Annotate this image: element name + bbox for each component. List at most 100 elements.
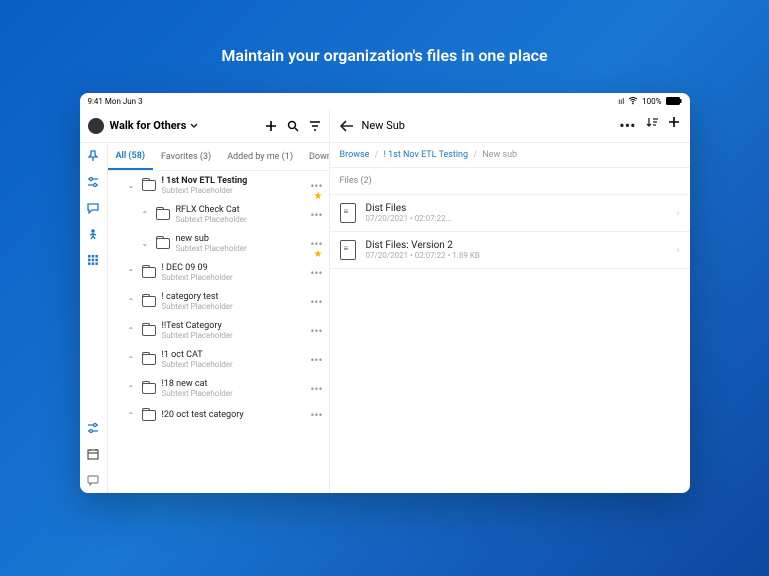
- detail-title: New Sub: [362, 119, 612, 132]
- folder-item[interactable]: ⌃ !!Test CategorySubtext Placeholder •••: [108, 316, 329, 345]
- comment-icon[interactable]: [86, 473, 100, 487]
- signal-icon: ııl: [618, 97, 624, 106]
- crumb-1[interactable]: ! 1st Nov ETL Testing: [384, 150, 469, 160]
- appbar-right: New Sub •••: [330, 109, 690, 142]
- folder-text: !1 oct CATSubtext Placeholder: [162, 350, 305, 369]
- pin-icon[interactable]: [86, 149, 100, 163]
- file-meta: 07/20/2021 • 02:07:22...: [366, 214, 667, 223]
- folder-name: ! DEC 09 09: [162, 263, 305, 273]
- chevron-up-icon[interactable]: ⌃: [128, 326, 136, 335]
- folder-name: ! category test: [162, 292, 305, 302]
- folder-item[interactable]: ⌃ RFLX Check CatSubtext Placeholder •••: [108, 200, 329, 229]
- breadcrumb: Browse / ! 1st Nov ETL Testing / New sub: [330, 143, 690, 168]
- folder-name: RFLX Check Cat: [176, 205, 305, 215]
- folder-item[interactable]: ⌃ !1 oct CATSubtext Placeholder •••: [108, 345, 329, 374]
- file-item[interactable]: Dist Files: Version 207/20/2021 • 02:07:…: [330, 231, 690, 269]
- search-icon[interactable]: [287, 120, 299, 132]
- folder-icon: [142, 354, 156, 365]
- avatar[interactable]: [88, 118, 104, 134]
- folder-name: !!Test Category: [162, 321, 305, 331]
- wifi-icon: [628, 97, 638, 105]
- chevron-down-icon[interactable]: ⌄: [128, 181, 136, 190]
- grid-icon[interactable]: [86, 253, 100, 267]
- more-icon[interactable]: •••: [619, 116, 635, 135]
- folder-subtext: Subtext Placeholder: [162, 273, 305, 282]
- folder-name: !18 new cat: [162, 379, 305, 389]
- chevron-up-icon[interactable]: ⌃: [142, 210, 150, 219]
- appbar-left: Walk for Others: [80, 109, 330, 142]
- sort-icon[interactable]: [646, 116, 658, 135]
- detail-column: Browse / ! 1st Nov ETL Testing / New sub…: [330, 143, 690, 493]
- app-bar: Walk for Others New Sub: [80, 109, 690, 143]
- folder-text: ! 1st Nov ETL TestingSubtext Placeholder: [162, 176, 305, 195]
- more-icon[interactable]: •••: [310, 266, 322, 280]
- folder-subtext: Subtext Placeholder: [162, 331, 305, 340]
- file-text: Dist Files07/20/2021 • 02:07:22...: [366, 203, 667, 223]
- browser-column: All (58)Favorites (3)Added by me (1)Down…: [108, 143, 330, 493]
- chevron-up-icon[interactable]: ⌃: [128, 268, 136, 277]
- folder-name: ! 1st Nov ETL Testing: [162, 176, 305, 186]
- add-detail-icon[interactable]: [668, 116, 680, 135]
- chevron-up-icon[interactable]: ⌃: [128, 411, 136, 420]
- status-time: 9:41 Mon Jun 3: [88, 97, 143, 106]
- crumb-sep: /: [473, 150, 477, 160]
- folder-text: new subSubtext Placeholder: [176, 234, 305, 253]
- folder-item[interactable]: ⌄ ! 1st Nov ETL TestingSubtext Placeholde…: [108, 171, 329, 200]
- crumb-sep: /: [375, 150, 379, 160]
- tab-2[interactable]: Added by me (1): [219, 143, 301, 170]
- file-text: Dist Files: Version 207/20/2021 • 02:07:…: [366, 240, 667, 260]
- more-icon[interactable]: •••: [310, 208, 322, 222]
- tabs: All (58)Favorites (3)Added by me (1)Down: [108, 143, 329, 171]
- add-icon[interactable]: [265, 120, 277, 132]
- folder-text: ! category testSubtext Placeholder: [162, 292, 305, 311]
- tab-3[interactable]: Down: [301, 143, 329, 170]
- more-icon[interactable]: •••: [310, 408, 322, 422]
- file-name: Dist Files: [366, 203, 667, 214]
- crumb-root[interactable]: Browse: [340, 150, 370, 160]
- device-frame: 9:41 Mon Jun 3 ııl 100% Walk for Others: [80, 93, 690, 493]
- folder-icon: [142, 410, 156, 421]
- folder-text: ! DEC 09 09Subtext Placeholder: [162, 263, 305, 282]
- chevron-down-icon[interactable]: ⌄: [142, 239, 150, 248]
- more-icon[interactable]: •••: [310, 295, 322, 309]
- folder-icon: [142, 267, 156, 278]
- chevron-up-icon[interactable]: ⌃: [128, 384, 136, 393]
- folder-subtext: Subtext Placeholder: [162, 302, 305, 311]
- folder-item[interactable]: ⌃ ! category testSubtext Placeholder •••: [108, 287, 329, 316]
- calendar-icon[interactable]: [86, 447, 100, 461]
- chevron-up-icon[interactable]: ⌃: [128, 297, 136, 306]
- folder-subtext: Subtext Placeholder: [176, 215, 305, 224]
- more-icon[interactable]: •••: [310, 324, 322, 338]
- files-header: Files (2): [330, 168, 690, 194]
- file-item[interactable]: Dist Files07/20/2021 • 02:07:22...›: [330, 194, 690, 231]
- sliders-icon[interactable]: [86, 175, 100, 189]
- back-icon[interactable]: [340, 120, 354, 132]
- folder-tree: ⌄! 1st Nov ETL TestingSubtext Placeholde…: [108, 171, 329, 493]
- file-name: Dist Files: Version 2: [366, 240, 667, 251]
- chevron-down-icon: [190, 123, 198, 128]
- org-selector[interactable]: Walk for Others: [110, 119, 259, 132]
- folder-item[interactable]: ⌃ !20 oct test category •••: [108, 403, 329, 427]
- sliders2-icon[interactable]: [86, 421, 100, 435]
- folder-name: !20 oct test category: [162, 410, 305, 420]
- folder-item[interactable]: ⌃ ! DEC 09 09Subtext Placeholder •••: [108, 258, 329, 287]
- folder-subtext: Subtext Placeholder: [162, 186, 305, 195]
- folder-text: !!Test CategorySubtext Placeholder: [162, 321, 305, 340]
- person-icon[interactable]: [86, 227, 100, 241]
- chevron-up-icon[interactable]: ⌃: [128, 355, 136, 364]
- more-icon[interactable]: •••: [310, 382, 322, 396]
- folder-icon: [142, 296, 156, 307]
- battery-label: 100%: [642, 97, 661, 106]
- folder-item[interactable]: ⌄new subSubtext Placeholder•••★: [108, 229, 329, 258]
- folder-subtext: Subtext Placeholder: [162, 360, 305, 369]
- tab-1[interactable]: Favorites (3): [153, 143, 219, 170]
- folder-icon: [142, 180, 156, 191]
- chat-icon[interactable]: [86, 201, 100, 215]
- battery-icon: [666, 97, 682, 105]
- tab-0[interactable]: All (58): [108, 143, 154, 170]
- file-icon: [340, 203, 356, 223]
- more-icon[interactable]: •••: [310, 353, 322, 367]
- folder-item[interactable]: ⌃!18 new catSubtext Placeholder•••: [108, 374, 329, 403]
- chevron-right-icon: ›: [676, 245, 679, 256]
- filter-icon[interactable]: [309, 120, 321, 132]
